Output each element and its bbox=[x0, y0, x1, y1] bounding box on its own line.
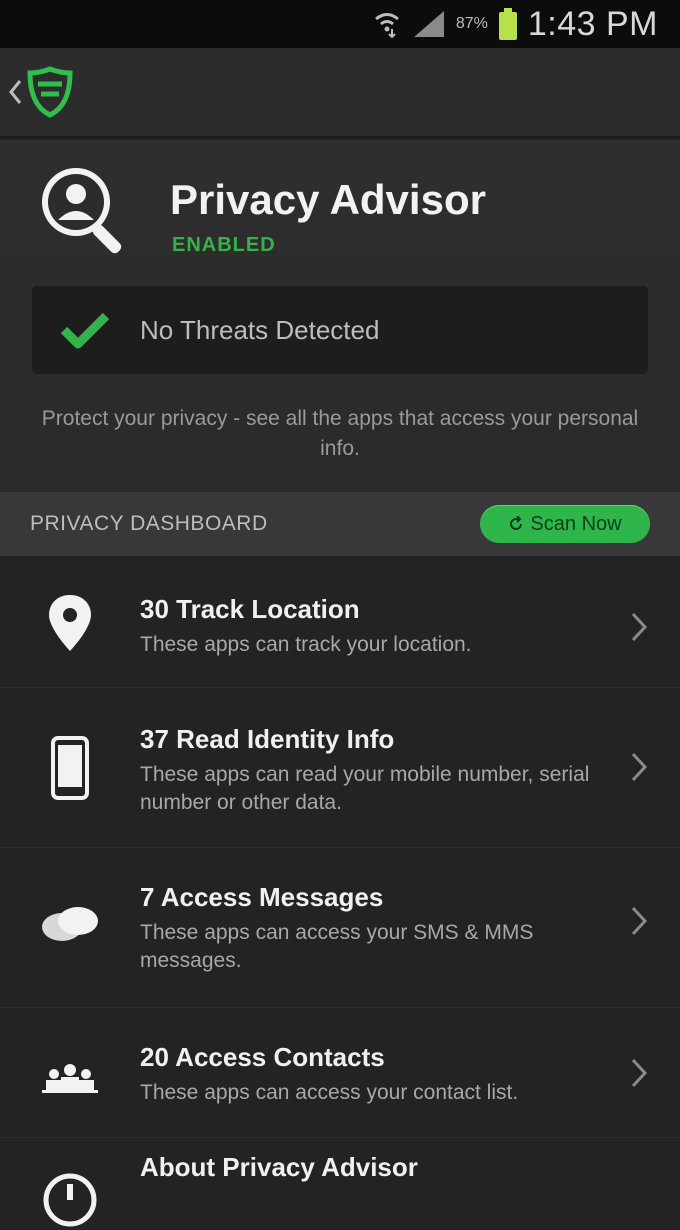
contacts-icon bbox=[40, 1048, 100, 1108]
list-item-track-location[interactable]: 30 Track Location These apps can track y… bbox=[0, 558, 680, 688]
header-description: Protect your privacy - see all the apps … bbox=[41, 407, 639, 460]
status-badge: ENABLED bbox=[172, 234, 276, 256]
list-item-about-privacy-advisor[interactable]: About Privacy Advisor bbox=[0, 1138, 680, 1227]
section-title: PRIVACY DASHBOARD bbox=[30, 512, 268, 535]
privacy-dashboard-list: 30 Track Location These apps can track y… bbox=[0, 558, 680, 1227]
chevron-right-icon bbox=[628, 750, 650, 784]
list-item-title: 37 Read Identity Info bbox=[140, 724, 395, 754]
action-bar bbox=[0, 48, 680, 138]
wifi-icon bbox=[372, 9, 402, 39]
list-item-title: About Privacy Advisor bbox=[140, 1152, 418, 1182]
list-item-read-identity-info[interactable]: 37 Read Identity Info These apps can rea… bbox=[0, 688, 680, 848]
list-item-title: 30 Track Location bbox=[140, 594, 360, 624]
chevron-right-icon bbox=[628, 610, 650, 644]
list-item-description: These apps can read your mobile number, … bbox=[140, 763, 590, 814]
privacy-search-icon bbox=[36, 162, 136, 262]
chevron-right-icon bbox=[628, 1056, 650, 1090]
threat-status-text: No Threats Detected bbox=[140, 314, 380, 345]
info-icon bbox=[40, 1170, 100, 1230]
checkmark-icon bbox=[60, 310, 110, 350]
list-item-title: 20 Access Contacts bbox=[140, 1042, 385, 1072]
scan-now-label: Scan Now bbox=[530, 512, 622, 535]
refresh-icon bbox=[508, 516, 524, 532]
chevron-right-icon bbox=[628, 904, 650, 938]
battery-icon bbox=[498, 7, 518, 41]
phone-icon bbox=[40, 736, 100, 800]
chat-bubbles-icon bbox=[40, 896, 100, 956]
page-title: Privacy Advisor bbox=[170, 176, 486, 223]
list-item-access-messages[interactable]: 7 Access Messages These apps can access … bbox=[0, 848, 680, 1008]
privacy-advisor-header: Privacy Advisor ENABLED No Threats Detec… bbox=[0, 140, 680, 492]
list-item-description: These apps can track your location. bbox=[140, 633, 472, 656]
list-item-description: These apps can access your SMS & MMS mes… bbox=[140, 921, 534, 972]
list-item-access-contacts[interactable]: 20 Access Contacts These apps can access… bbox=[0, 1008, 680, 1138]
chevron-left-icon[interactable] bbox=[6, 77, 24, 107]
list-item-description: These apps can access your contact list. bbox=[140, 1081, 519, 1104]
battery-percent: 87% bbox=[455, 15, 488, 32]
threat-status-panel: No Threats Detected bbox=[32, 286, 648, 374]
shield-logo-icon[interactable] bbox=[26, 66, 74, 118]
scan-now-button[interactable]: Scan Now bbox=[480, 505, 650, 543]
status-bar: 87% 1:43 PM bbox=[0, 0, 680, 48]
clock: 1:43 PM bbox=[527, 4, 658, 43]
privacy-dashboard-header: PRIVACY DASHBOARD Scan Now bbox=[0, 492, 680, 556]
list-item-title: 7 Access Messages bbox=[140, 882, 384, 912]
signal-icon bbox=[412, 9, 446, 39]
location-pin-icon bbox=[40, 593, 100, 653]
